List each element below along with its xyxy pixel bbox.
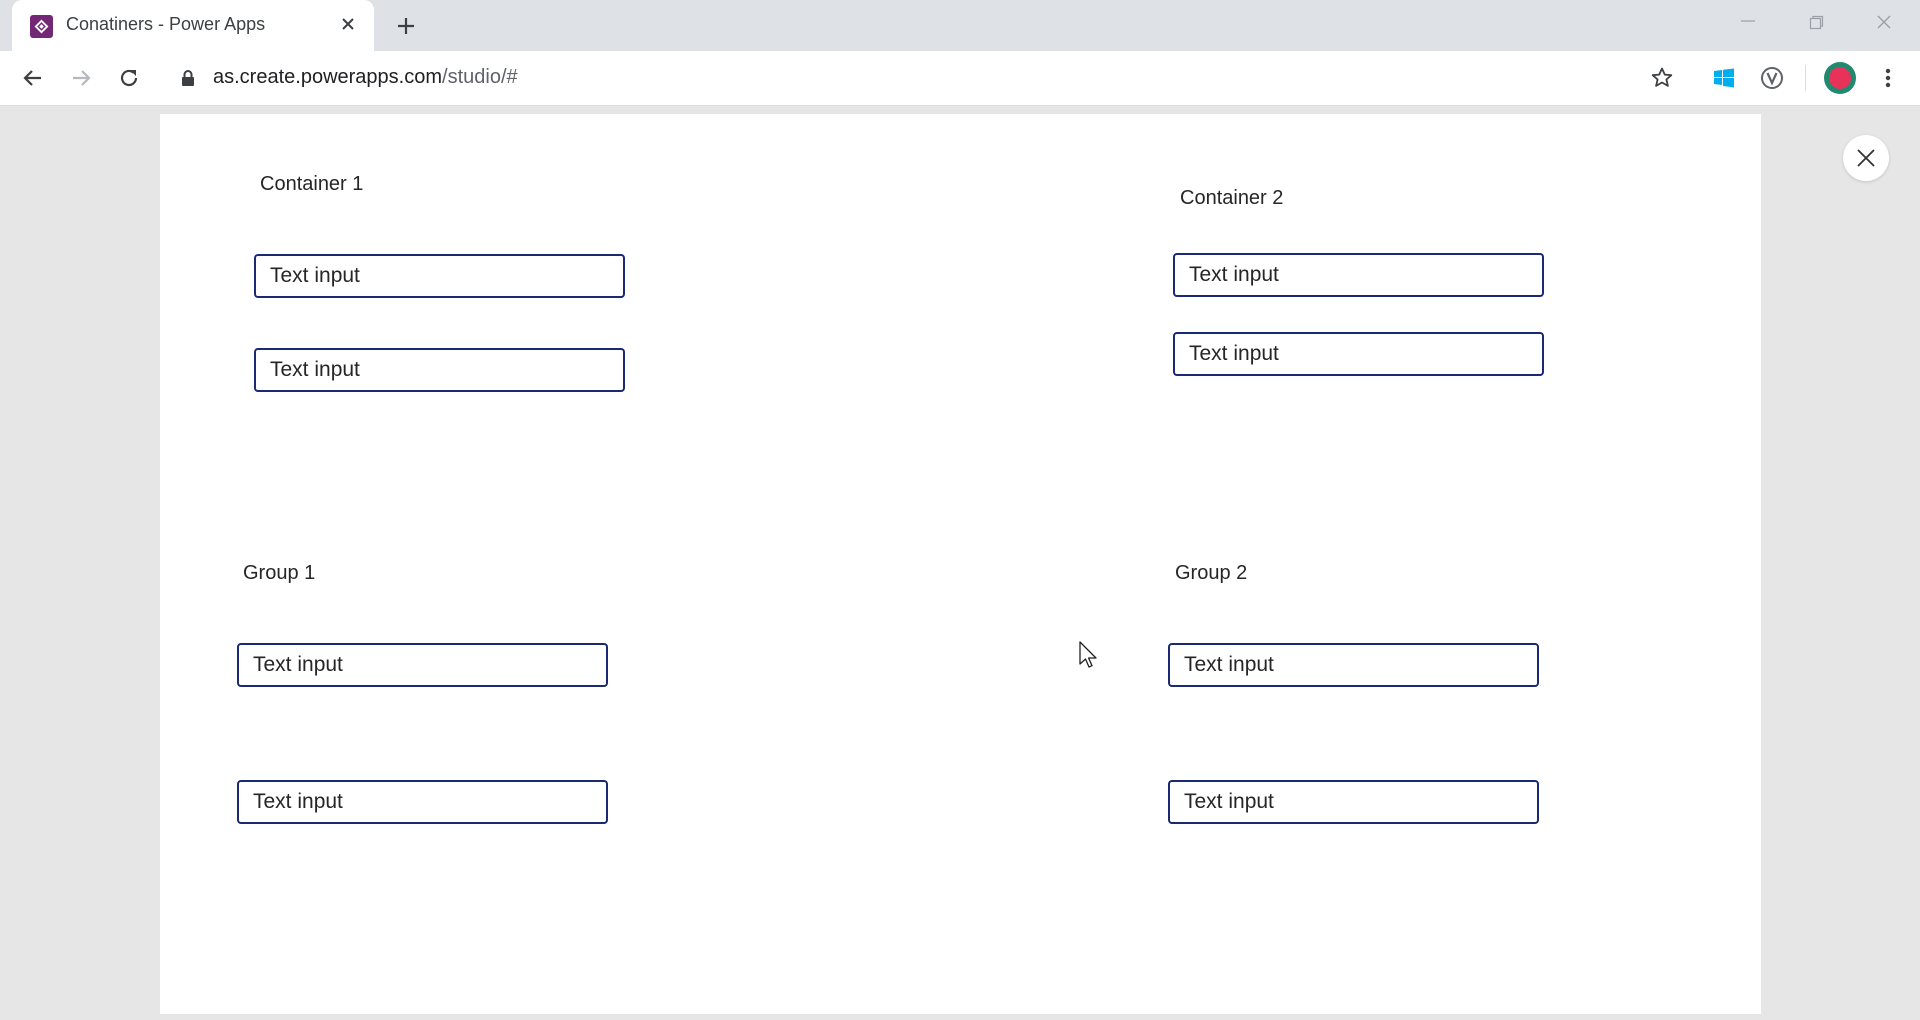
plus-icon: [398, 18, 414, 34]
close-icon: [1877, 15, 1891, 29]
new-tab-button[interactable]: [392, 12, 420, 40]
url-path: /studio/#: [442, 66, 518, 88]
restore-icon: [1809, 15, 1824, 30]
app-canvas: Container 1 Container 2 Group 1 Group 2: [160, 114, 1761, 1014]
toolbar-separator: [1805, 65, 1806, 91]
container-2-text-input-2[interactable]: [1173, 332, 1544, 376]
container-2-text-input-1[interactable]: [1173, 253, 1544, 297]
close-icon: [1857, 149, 1875, 167]
container-1-text-input-2[interactable]: [254, 348, 625, 392]
forward-button[interactable]: [68, 65, 94, 91]
back-button[interactable]: [20, 65, 46, 91]
group-2-label: Group 2: [1175, 562, 1248, 584]
extension-icon[interactable]: [1758, 64, 1786, 92]
power-apps-icon: [30, 15, 53, 38]
browser-toolbar: as.create.powerapps.com/studio/#: [0, 51, 1920, 106]
container-1-text-input-1[interactable]: [254, 254, 625, 298]
back-icon: [23, 70, 41, 86]
reload-icon: [120, 69, 138, 87]
windows-icon[interactable]: [1710, 64, 1738, 92]
restore-button[interactable]: [1798, 10, 1834, 36]
browser-tab[interactable]: Conatiners - Power Apps: [12, 0, 374, 51]
group-1-label: Group 1: [243, 562, 316, 584]
lock-icon: [178, 68, 198, 88]
menu-icon[interactable]: [1874, 64, 1902, 92]
close-preview-button[interactable]: [1843, 135, 1889, 181]
group-1-text-input-1[interactable]: [237, 643, 608, 687]
reload-button[interactable]: [116, 65, 142, 91]
close-icon[interactable]: [336, 12, 360, 36]
forward-icon: [73, 70, 91, 86]
group-1-text-input-2[interactable]: [237, 780, 608, 824]
group-2-text-input-1[interactable]: [1168, 643, 1539, 687]
browser-tab-bar: Conatiners - Power Apps: [0, 0, 1920, 51]
minimize-button[interactable]: [1730, 10, 1766, 36]
avatar[interactable]: [1824, 62, 1856, 94]
container-1-label: Container 1: [260, 173, 364, 195]
mouse-cursor-icon: [1078, 640, 1100, 672]
window-close-button[interactable]: [1866, 10, 1902, 36]
minimize-icon: [1741, 20, 1755, 22]
group-2-text-input-2[interactable]: [1168, 780, 1539, 824]
tab-title: Conatiners - Power Apps: [66, 14, 266, 34]
star-icon[interactable]: [1648, 64, 1676, 92]
url-host: as.create.powerapps.com: [213, 66, 443, 88]
address-bar[interactable]: as.create.powerapps.com/studio/#: [213, 66, 518, 89]
container-2-label: Container 2: [1180, 187, 1284, 209]
